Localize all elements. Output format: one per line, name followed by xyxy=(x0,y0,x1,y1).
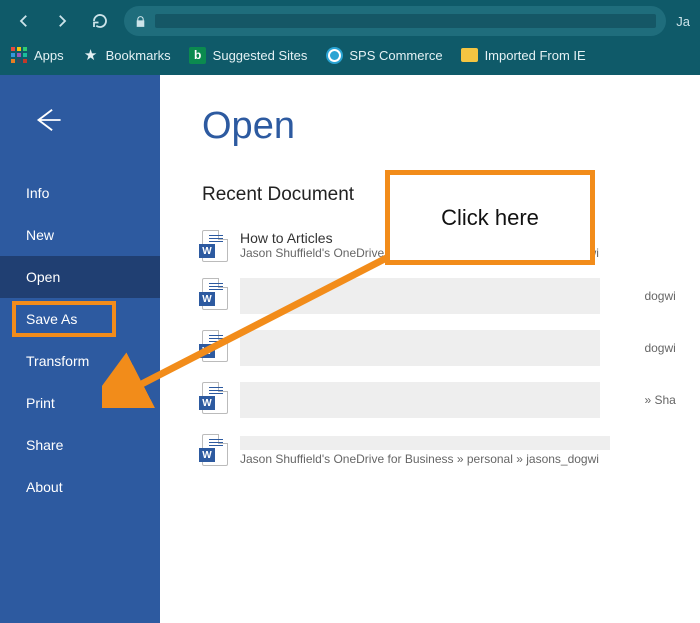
bookmark-bookmarks[interactable]: ★ Bookmarks xyxy=(82,46,171,64)
sidebar-item-new[interactable]: New xyxy=(0,214,160,256)
url-bar[interactable] xyxy=(124,6,666,36)
sidebar-item-info[interactable]: Info xyxy=(0,172,160,214)
sidebar-item-about[interactable]: About xyxy=(0,466,160,508)
bookmark-label: SPS Commerce xyxy=(349,48,442,63)
word-doc-icon: W xyxy=(202,382,228,414)
bookmark-label: Apps xyxy=(34,48,64,63)
back-button[interactable] xyxy=(10,7,38,35)
back-to-document[interactable] xyxy=(0,103,160,172)
callout-box: Click here xyxy=(385,170,595,265)
word-doc-icon: W xyxy=(202,434,228,466)
word-doc-icon: W xyxy=(202,330,228,362)
main-panel: Open Recent Document W How to Articles J… xyxy=(160,75,700,623)
document-item[interactable]: W dogwi xyxy=(202,278,700,314)
folder-icon xyxy=(461,46,479,64)
sidebar-item-transform[interactable]: Transform xyxy=(0,340,160,382)
doc-path: Jason Shuffield's OneDrive for Business … xyxy=(240,452,700,466)
document-item[interactable]: W Jason Shuffield's OneDrive for Busines… xyxy=(202,434,700,466)
bookmarks-bar: Apps ★ Bookmarks b Suggested Sites SPS C… xyxy=(10,38,690,72)
doc-path: » Sha xyxy=(644,393,675,407)
browser-toolbar: Ja xyxy=(10,4,690,38)
doc-path: dogwi xyxy=(644,341,675,355)
bing-icon: b xyxy=(189,46,207,64)
document-item[interactable]: W dogwi xyxy=(202,330,700,366)
redacted xyxy=(240,436,610,450)
bookmark-suggested-sites[interactable]: b Suggested Sites xyxy=(189,46,308,64)
bookmark-apps[interactable]: Apps xyxy=(10,46,64,64)
star-icon: ★ xyxy=(82,46,100,64)
sidebar-item-print[interactable]: Print xyxy=(0,382,160,424)
lock-icon xyxy=(134,15,147,28)
reload-button[interactable] xyxy=(86,7,114,35)
bookmark-label: Suggested Sites xyxy=(213,48,308,63)
bookmark-sps-commerce[interactable]: SPS Commerce xyxy=(325,46,442,64)
sidebar-item-save-as[interactable]: Save As xyxy=(0,298,160,340)
bookmark-imported-from-ie[interactable]: Imported From IE xyxy=(461,46,586,64)
document-item[interactable]: W » Sha xyxy=(202,382,700,418)
page-title: Open xyxy=(202,105,700,148)
redacted xyxy=(240,382,600,418)
url-trail: Ja xyxy=(676,14,690,29)
word-doc-icon: W xyxy=(202,278,228,310)
sps-icon xyxy=(325,46,343,64)
word-doc-icon: W xyxy=(202,230,228,262)
sidebar-item-share[interactable]: Share xyxy=(0,424,160,466)
callout-text: Click here xyxy=(441,205,539,231)
redacted xyxy=(240,330,600,366)
apps-icon xyxy=(10,46,28,64)
app-body: Info New Open Save As Transform Print Sh… xyxy=(0,75,700,623)
sidebar: Info New Open Save As Transform Print Sh… xyxy=(0,75,160,623)
recent-documents-list: W How to Articles Jason Shuffield's OneD… xyxy=(202,230,700,466)
browser-chrome: Ja Apps ★ Bookmarks xyxy=(0,0,700,75)
doc-path: dogwi xyxy=(644,289,675,303)
forward-button[interactable] xyxy=(48,7,76,35)
bookmark-label: Imported From IE xyxy=(485,48,586,63)
bookmark-label: Bookmarks xyxy=(106,48,171,63)
url-text xyxy=(155,14,656,28)
sidebar-item-open[interactable]: Open xyxy=(0,256,160,298)
redacted xyxy=(240,278,600,314)
